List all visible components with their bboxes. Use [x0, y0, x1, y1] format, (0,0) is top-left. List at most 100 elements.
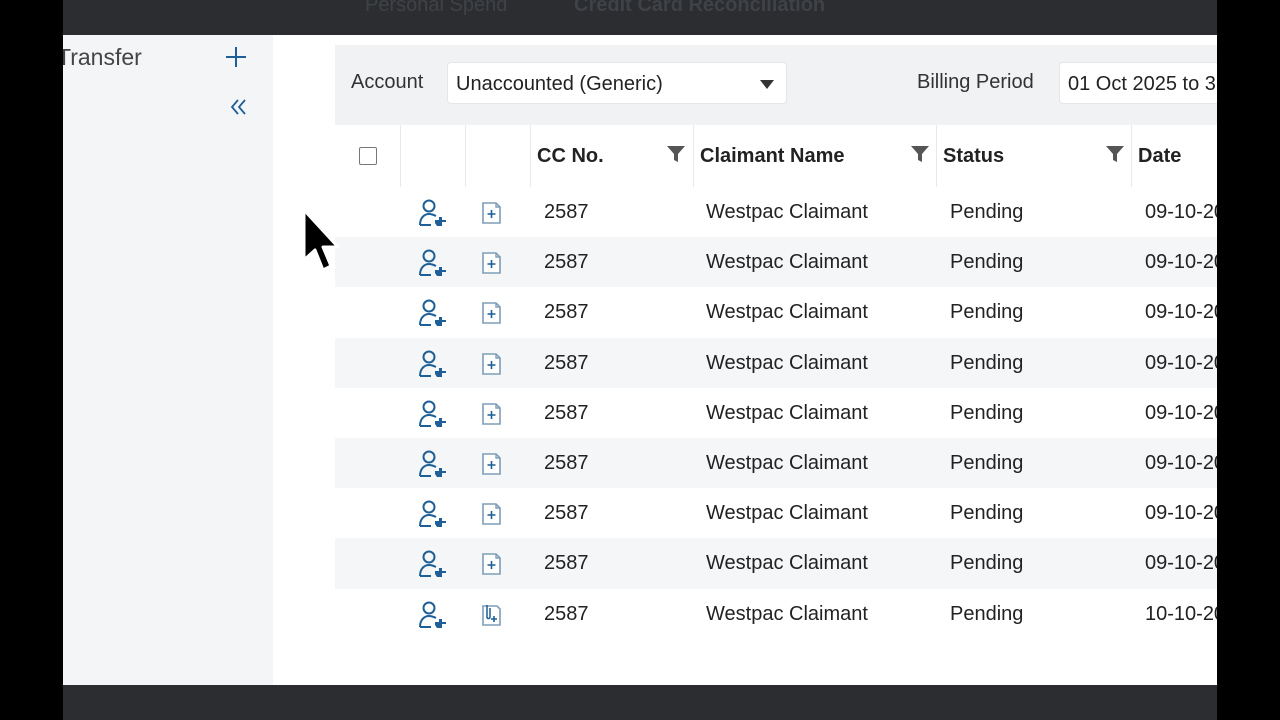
- top-nav-bar: Personal Spend Credit Card Reconciliatio…: [63, 0, 1217, 35]
- assign-claimant-icon[interactable]: [417, 549, 449, 579]
- bottom-bar: [63, 685, 1217, 720]
- account-label: Account: [351, 71, 424, 93]
- claimant-name-cell: Westpac Claimant: [706, 451, 868, 474]
- date-cell: 10-10-2025: [1145, 602, 1217, 625]
- receipt-add-icon[interactable]: [479, 551, 511, 581]
- status-cell: Pending: [950, 552, 1024, 575]
- assign-claimant-icon[interactable]: [417, 499, 449, 529]
- sidebar: Transfer: [63, 35, 273, 685]
- attachment-add-icon[interactable]: [479, 602, 511, 632]
- date-cell: 09-10-2025: [1145, 201, 1217, 223]
- status-cell: Pending: [950, 301, 1024, 324]
- status-cell: Pending: [950, 502, 1024, 525]
- assign-claimant-icon[interactable]: [417, 600, 449, 630]
- status-cell: Pending: [950, 401, 1024, 424]
- status-header-label: Status: [943, 145, 1005, 167]
- billing-period-label: Billing Period: [917, 71, 1034, 93]
- filter-bar: Account Unaccounted (Generic) Billing Pe…: [335, 45, 1217, 125]
- caret-down-icon: [760, 80, 774, 89]
- table-row[interactable]: 2587 Westpac Claimant Pending 09-10-2025: [335, 187, 1217, 237]
- cc-no-cell: 2587: [544, 201, 589, 223]
- receipt-action-header: [466, 125, 531, 187]
- assign-claimant-icon[interactable]: [417, 198, 449, 228]
- status-cell: Pending: [950, 602, 1024, 625]
- table-row[interactable]: 2587 Westpac Claimant Pending 10-10-2025: [335, 589, 1217, 639]
- date-cell: 09-10-2025: [1145, 502, 1217, 525]
- billing-period-field[interactable]: 01 Oct 2025 to 31 Oct 2025: [1059, 62, 1217, 104]
- table-row[interactable]: 2587 Westpac Claimant Pending 09-10-2025: [335, 287, 1217, 337]
- select-all-header: [335, 125, 401, 187]
- receipt-add-icon[interactable]: [479, 401, 511, 431]
- tab-credit-card-reconciliation[interactable]: Credit Card Reconciliation: [574, 0, 825, 17]
- claimant-name-header: Claimant Name: [694, 125, 937, 187]
- table-row[interactable]: 2587 Westpac Claimant Pending 09-10-2025: [335, 237, 1217, 288]
- receipt-add-icon[interactable]: [479, 501, 511, 531]
- status-cell: Pending: [950, 201, 1024, 223]
- receipt-add-icon[interactable]: [479, 250, 511, 280]
- claimant-name-cell: Westpac Claimant: [706, 552, 868, 575]
- assign-claimant-icon[interactable]: [417, 248, 449, 278]
- select-all-checkbox[interactable]: [359, 147, 377, 165]
- receipt-add-icon[interactable]: [479, 351, 511, 381]
- date-header: Date: [1132, 125, 1217, 187]
- account-select[interactable]: Unaccounted (Generic): [447, 62, 787, 104]
- assign-claimant-icon[interactable]: [417, 449, 449, 479]
- status-header: Status: [937, 125, 1132, 187]
- date-header-label: Date: [1138, 145, 1182, 167]
- cc-no-cell: 2587: [544, 401, 589, 424]
- billing-period-value: 01 Oct 2025 to 31 Oct 2025: [1068, 73, 1217, 95]
- claimant-name-cell: Westpac Claimant: [706, 301, 868, 324]
- claimant-name-cell: Westpac Claimant: [706, 351, 868, 374]
- date-cell: 09-10-2025: [1145, 251, 1217, 274]
- status-cell: Pending: [950, 351, 1024, 374]
- account-select-value: Unaccounted (Generic): [456, 73, 663, 95]
- date-cell: 09-10-2025: [1145, 351, 1217, 374]
- cc-no-cell: 2587: [544, 552, 589, 575]
- claimant-name-cell: Westpac Claimant: [706, 201, 868, 223]
- collapse-sidebar-button[interactable]: [225, 93, 253, 121]
- mouse-cursor-icon: [302, 208, 340, 272]
- table-row[interactable]: 2587 Westpac Claimant Pending 09-10-2025: [335, 488, 1217, 538]
- cc-no-header-label: CC No.: [537, 145, 604, 167]
- receipt-add-icon[interactable]: [479, 300, 511, 330]
- table-row[interactable]: 2587 Westpac Claimant Pending 09-10-2025: [335, 337, 1217, 388]
- cc-no-cell: 2587: [544, 351, 589, 374]
- sidebar-title: Transfer: [63, 44, 142, 70]
- cc-no-cell: 2587: [544, 251, 589, 274]
- receipt-add-icon[interactable]: [479, 451, 511, 481]
- app-frame: Personal Spend Credit Card Reconciliatio…: [63, 0, 1217, 720]
- date-cell: 09-10-2025: [1145, 451, 1217, 474]
- claims-table: CC No. Claimant Name Status Date 2587 We…: [335, 125, 1217, 639]
- table-header: CC No. Claimant Name Status Date: [335, 125, 1217, 187]
- status-cell: Pending: [950, 451, 1024, 474]
- filter-icon[interactable]: [665, 143, 687, 165]
- claimant-name-cell: Westpac Claimant: [706, 251, 868, 274]
- assign-claimant-icon[interactable]: [417, 298, 449, 328]
- claimant-name-header-label: Claimant Name: [700, 145, 845, 167]
- cc-no-cell: 2587: [544, 301, 589, 324]
- date-cell: 09-10-2025: [1145, 552, 1217, 575]
- date-cell: 09-10-2025: [1145, 301, 1217, 324]
- cc-no-header: CC No.: [531, 125, 694, 187]
- add-button[interactable]: [221, 42, 251, 72]
- tab-personal-spend[interactable]: Personal Spend: [365, 0, 507, 17]
- cc-no-cell: 2587: [544, 602, 589, 625]
- plus-icon: [226, 47, 246, 67]
- main-content: Account Unaccounted (Generic) Billing Pe…: [335, 35, 1217, 685]
- claimant-name-cell: Westpac Claimant: [706, 401, 868, 424]
- assign-claimant-icon[interactable]: [417, 349, 449, 379]
- table-row[interactable]: 2587 Westpac Claimant Pending 09-10-2025: [335, 388, 1217, 438]
- status-cell: Pending: [950, 251, 1024, 274]
- table-row[interactable]: 2587 Westpac Claimant Pending 09-10-2025: [335, 437, 1217, 489]
- claimant-action-header: [401, 125, 466, 187]
- claimant-name-cell: Westpac Claimant: [706, 602, 868, 625]
- table-row[interactable]: 2587 Westpac Claimant Pending 09-10-2025: [335, 538, 1217, 589]
- table-body: 2587Westpac ClaimantPending09-10-2025258…: [335, 187, 1217, 639]
- double-chevron-left-icon: [230, 99, 246, 115]
- receipt-add-icon[interactable]: [479, 200, 511, 230]
- assign-claimant-icon[interactable]: [417, 399, 449, 429]
- filter-icon[interactable]: [1104, 143, 1126, 165]
- filter-icon[interactable]: [909, 143, 931, 165]
- cc-no-cell: 2587: [544, 451, 589, 474]
- claimant-name-cell: Westpac Claimant: [706, 502, 868, 525]
